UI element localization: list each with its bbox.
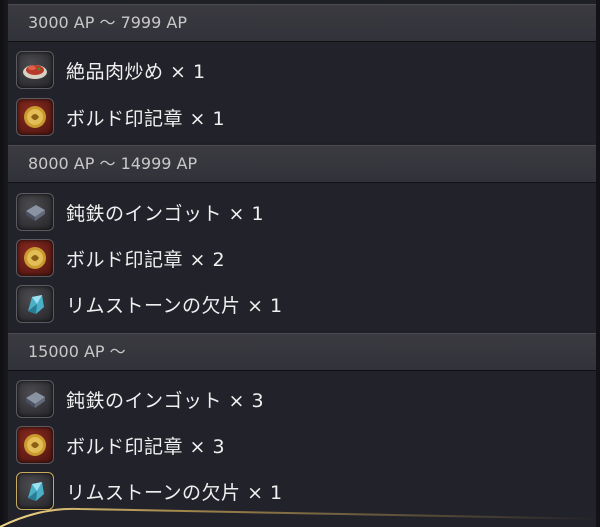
reward-item-label: ボルド印記章 × 1 xyxy=(66,107,226,130)
reward-list-panel: 3000 AP ～ 7999 AP 絶品肉炒め × 1 ボルド印記章 × 1 8… xyxy=(0,0,600,527)
section-header-label: 8000 AP ～ 14999 AP xyxy=(28,154,198,173)
reward-item-label: 鈍鉄のインゴット × 1 xyxy=(66,202,265,225)
bold-seal-icon xyxy=(16,98,54,136)
reward-item[interactable]: リムストーンの欠片 × 1 xyxy=(16,282,283,326)
rimstone-shard-icon xyxy=(16,472,54,510)
bold-seal-icon xyxy=(16,239,54,277)
iron-ingot-icon xyxy=(16,193,54,231)
section-header-tier-2: 8000 AP ～ 14999 AP xyxy=(8,145,596,183)
reward-item[interactable]: ボルド印記章 × 3 xyxy=(16,423,225,467)
bold-seal-icon xyxy=(16,426,54,464)
reward-item[interactable]: ボルド印記章 × 2 xyxy=(16,236,225,280)
panel-left-border xyxy=(0,0,8,527)
reward-item[interactable]: リムストーンの欠片 × 1 xyxy=(16,469,283,513)
iron-ingot-icon xyxy=(16,380,54,418)
section-header-label: 15000 AP ～ xyxy=(28,342,126,361)
reward-item-label: 鈍鉄のインゴット × 3 xyxy=(66,389,265,412)
reward-item-label: リムストーンの欠片 × 1 xyxy=(66,481,283,504)
reward-item-label: ボルド印記章 × 2 xyxy=(66,248,226,271)
section-header-tier-3: 15000 AP ～ xyxy=(8,333,596,371)
reward-item-label: 絶品肉炒め × 1 xyxy=(66,60,206,83)
section-header-tier-1: 3000 AP ～ 7999 AP xyxy=(8,4,596,42)
reward-item[interactable]: 絶品肉炒め × 1 xyxy=(16,48,206,92)
section-header-label: 3000 AP ～ 7999 AP xyxy=(28,13,187,32)
reward-item[interactable]: 鈍鉄のインゴット × 3 xyxy=(16,377,264,421)
reward-item-label: リムストーンの欠片 × 1 xyxy=(66,294,283,317)
panel-right-border xyxy=(596,0,600,527)
rimstone-shard-icon xyxy=(16,285,54,323)
reward-item[interactable]: 鈍鉄のインゴット × 1 xyxy=(16,190,264,234)
reward-item[interactable]: ボルド印記章 × 1 xyxy=(16,95,225,139)
reward-item-label: ボルド印記章 × 3 xyxy=(66,435,226,458)
meat-dish-icon xyxy=(16,51,54,89)
